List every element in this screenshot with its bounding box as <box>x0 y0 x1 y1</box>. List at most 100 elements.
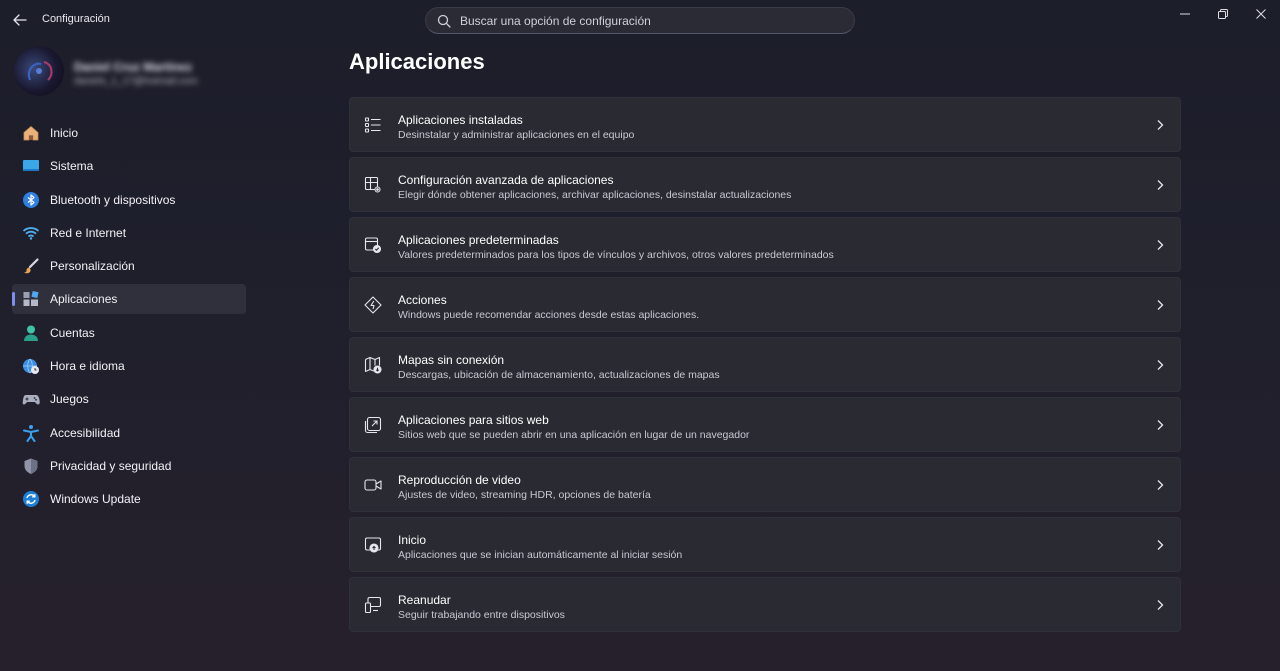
title-bar: Configuración <box>0 0 1280 40</box>
avatar[interactable] <box>14 46 64 96</box>
close-icon <box>1256 9 1266 19</box>
settings-list: Aplicaciones instaladas Desinstalar y ad… <box>349 97 1181 637</box>
sidebar-item-accesibilidad[interactable]: Accesibilidad <box>12 418 246 448</box>
sidebar-item-inicio[interactable]: Inicio <box>12 118 246 148</box>
sidebar-item-label: Cuentas <box>50 325 95 340</box>
minimize-button[interactable] <box>1166 0 1204 28</box>
minimize-icon <box>1180 13 1190 15</box>
startup-icon <box>363 535 383 555</box>
brush-icon <box>22 257 40 275</box>
back-button[interactable] <box>8 8 32 32</box>
chevron-right-icon <box>1154 418 1166 432</box>
sidebar-item-label: Windows Update <box>50 492 141 507</box>
sidebar-item-cuentas[interactable]: Cuentas <box>12 318 246 348</box>
video-icon <box>363 475 383 495</box>
sidebar-item-bluetooth[interactable]: Bluetooth y dispositivos <box>12 185 246 215</box>
card-description: Valores predeterminados para los tipos d… <box>398 249 834 261</box>
card-title: Acciones <box>398 293 447 307</box>
apps-icon <box>22 290 40 308</box>
card-startup[interactable]: Inicio Aplicaciones que se inician autom… <box>349 517 1181 572</box>
sidebar-item-label: Bluetooth y dispositivos <box>50 192 176 207</box>
sidebar-item-label: Red e Internet <box>50 225 127 240</box>
user-name: Daniel Cruz Martínez <box>74 60 193 74</box>
card-title: Aplicaciones instaladas <box>398 113 523 127</box>
account-icon <box>22 324 40 342</box>
card-description: Seguir trabajando entre dispositivos <box>398 609 565 621</box>
sidebar-item-personalizacion[interactable]: Personalización <box>12 251 246 281</box>
chevron-right-icon <box>1154 478 1166 492</box>
sidebar-item-label: Sistema <box>50 159 94 174</box>
shield-icon <box>22 457 40 475</box>
sidebar-item-label: Personalización <box>50 259 135 274</box>
chevron-right-icon <box>1154 358 1166 372</box>
sidebar-item-label: Inicio <box>50 126 79 140</box>
sidebar-item-label: Juegos <box>50 392 89 407</box>
page-title: Aplicaciones <box>349 49 485 74</box>
card-title: Configuración avanzada de aplicaciones <box>398 173 614 187</box>
globe-clock-icon <box>22 357 40 375</box>
update-icon <box>22 490 40 508</box>
sidebar-item-juegos[interactable]: Juegos <box>12 384 246 414</box>
sidebar-item-label: Aplicaciones <box>50 292 118 307</box>
devices-icon <box>363 595 383 615</box>
app-title: Configuración <box>42 13 110 25</box>
wifi-icon <box>22 224 40 242</box>
app-settings-icon <box>363 175 383 195</box>
search-icon <box>437 14 451 28</box>
chevron-right-icon <box>1154 118 1166 132</box>
card-offline-maps[interactable]: Mapas sin conexión Descargas, ubicación … <box>349 337 1181 392</box>
default-apps-icon <box>363 235 383 255</box>
card-apps-for-websites[interactable]: Aplicaciones para sitios web Sitios web … <box>349 397 1181 452</box>
card-description: Aplicaciones que se inician automáticame… <box>398 549 683 561</box>
card-resume[interactable]: Reanudar Seguir trabajando entre disposi… <box>349 577 1181 632</box>
list-icon <box>363 115 383 135</box>
card-advanced-app-settings[interactable]: Configuración avanzada de aplicaciones E… <box>349 157 1181 212</box>
card-description: Elegir dónde obtener aplicaciones, archi… <box>398 189 792 201</box>
sidebar-item-red[interactable]: Red e Internet <box>12 218 246 248</box>
sidebar-item-hora-idioma[interactable]: Hora e idioma <box>12 351 246 381</box>
card-title: Reproducción de video <box>398 473 521 487</box>
close-button[interactable] <box>1242 0 1280 28</box>
restore-icon <box>1218 9 1228 19</box>
chevron-right-icon <box>1154 178 1166 192</box>
open-external-icon <box>363 415 383 435</box>
card-title: Inicio <box>398 533 427 547</box>
card-title: Reanudar <box>398 593 451 607</box>
system-icon <box>22 157 40 175</box>
sidebar-nav: Inicio Sistema Bluetooth y dispositivos … <box>12 118 246 518</box>
chevron-right-icon <box>1154 238 1166 252</box>
card-video-playback[interactable]: Reproducción de video Ajustes de video, … <box>349 457 1181 512</box>
restore-button[interactable] <box>1204 0 1242 28</box>
gamepad-icon <box>22 390 40 408</box>
sidebar-item-label: Privacidad y seguridad <box>50 458 172 473</box>
sidebar-item-label: Accesibilidad <box>50 425 121 440</box>
card-description: Descargas, ubicación de almacenamiento, … <box>398 369 720 381</box>
card-installed-apps[interactable]: Aplicaciones instaladas Desinstalar y ad… <box>349 97 1181 152</box>
sidebar-item-sistema[interactable]: Sistema <box>12 151 246 181</box>
home-icon <box>22 124 40 142</box>
card-description: Sitios web que se pueden abrir en una ap… <box>398 429 750 441</box>
sidebar-item-aplicaciones[interactable]: Aplicaciones <box>12 284 246 315</box>
actions-icon <box>363 295 383 315</box>
card-description: Ajustes de video, streaming HDR, opcione… <box>398 489 651 501</box>
bluetooth-icon <box>22 191 40 209</box>
back-arrow-icon <box>13 14 27 26</box>
card-title: Mapas sin conexión <box>398 353 505 367</box>
accessibility-icon <box>22 424 40 442</box>
user-email: daniels_1_17@hotmail.com <box>74 76 198 87</box>
search-box[interactable] <box>425 7 855 34</box>
search-input[interactable] <box>460 13 840 28</box>
avatar-image <box>28 61 53 81</box>
card-description: Desinstalar y administrar aplicaciones e… <box>398 129 635 141</box>
card-description: Windows puede recomendar acciones desde … <box>398 309 700 321</box>
card-actions[interactable]: Acciones Windows puede recomendar accion… <box>349 277 1181 332</box>
chevron-right-icon <box>1154 598 1166 612</box>
chevron-right-icon <box>1154 538 1166 552</box>
chevron-right-icon <box>1154 298 1166 312</box>
card-default-apps[interactable]: Aplicaciones predeterminadas Valores pre… <box>349 217 1181 272</box>
sidebar-item-label: Hora e idioma <box>50 359 125 374</box>
sidebar-item-privacidad[interactable]: Privacidad y seguridad <box>12 451 246 481</box>
sidebar-item-windows-update[interactable]: Windows Update <box>12 484 246 514</box>
card-title: Aplicaciones predeterminadas <box>398 233 559 247</box>
map-icon <box>363 355 383 375</box>
